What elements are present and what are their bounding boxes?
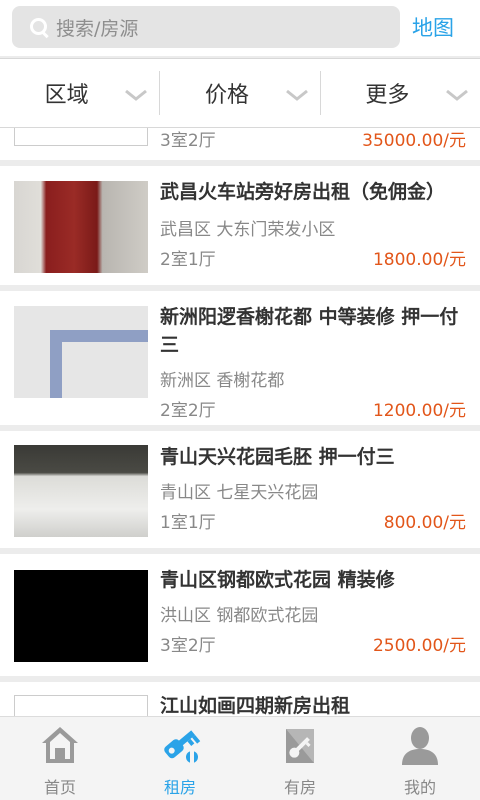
nav-rent[interactable]: 租房 (120, 717, 240, 800)
listing-list[interactable]: 3室2厅 35000.00/元 武昌火车站旁好房出租（免佣金） 武昌区 大东门荣… (0, 128, 480, 716)
house-key-icon (278, 723, 322, 767)
list-item[interactable]: 武昌火车站旁好房出租（免佣金） 武昌区 大东门荣发小区 2室1厅 1800.00… (0, 166, 480, 285)
listing-photo (14, 181, 148, 273)
listing-rooms: 2室2厅 (160, 401, 216, 421)
listing-title: 江山如画四期新房出租 (160, 695, 351, 716)
listing-title: 青山区钢都欧式花园 精装修 (160, 569, 395, 591)
top-bar: 搜索/房源 地图 (0, 0, 480, 56)
listing-price: 800.00/元 (383, 513, 466, 533)
chevron-down-icon (285, 89, 308, 101)
listing-price: 35000.00/元 (362, 131, 466, 151)
list-item[interactable]: 青山区钢都欧式花园 精装修 洪山区 钢都欧式花园 3室2厅 2500.00/元 (0, 554, 480, 676)
listing-location: 新洲区 香榭花都 (160, 371, 285, 391)
listing-title: 新洲阳逻香榭花都 中等装修 押一付三 (160, 306, 459, 356)
listing-photo (14, 695, 148, 716)
user-icon (398, 723, 442, 767)
nav-home-label: 首页 (43, 778, 76, 797)
nav-have-house[interactable]: 有房 (240, 717, 360, 800)
home-icon (38, 723, 82, 767)
search-placeholder: 搜索/房源 (56, 17, 139, 40)
nav-have-house-label: 有房 (283, 778, 316, 797)
nav-mine-label: 我的 (403, 778, 436, 797)
listing-location: 武昌区 大东门荣发小区 (160, 220, 336, 240)
search-icon (28, 16, 50, 38)
bottom-nav: 首页 租房 有房 我的 (0, 716, 480, 800)
filter-more[interactable]: 更多 (319, 71, 480, 115)
nav-home[interactable]: 首页 (0, 717, 120, 800)
filter-area-label: 区域 (44, 83, 89, 108)
nav-mine[interactable]: 我的 (360, 717, 480, 800)
search-input[interactable]: 搜索/房源 (12, 6, 400, 48)
map-link[interactable]: 地图 (412, 12, 454, 42)
list-item[interactable]: 江山如画四期新房出租 (0, 682, 480, 716)
list-item[interactable]: 新洲阳逻香榭花都 中等装修 押一付三 新洲区 香榭花都 2室2厅 1200.00… (0, 291, 480, 425)
listing-rooms: 3室2厅 (160, 131, 216, 151)
list-item[interactable]: 3室2厅 35000.00/元 (0, 128, 480, 160)
filter-price[interactable]: 价格 (159, 71, 319, 115)
nav-rent-label: 租房 (163, 778, 196, 797)
filter-bar: 区域 价格 更多 (0, 58, 480, 128)
filter-area[interactable]: 区域 (0, 59, 159, 127)
listing-price: 2500.00/元 (372, 636, 466, 656)
listing-rooms: 3室2厅 (160, 636, 216, 656)
listing-rooms: 1室1厅 (160, 513, 216, 533)
listing-price: 1200.00/元 (372, 401, 466, 421)
listing-photo (14, 306, 148, 398)
filter-more-label: 更多 (365, 83, 410, 108)
listing-title: 青山天兴花园毛胚 押一付三 (160, 446, 395, 468)
list-item[interactable]: 青山天兴花园毛胚 押一付三 青山区 七星天兴花园 1室1厅 800.00/元 (0, 431, 480, 548)
key-icon (158, 723, 202, 767)
chevron-down-icon (125, 89, 148, 101)
listing-price: 1800.00/元 (372, 250, 466, 270)
listing-rooms: 2室1厅 (160, 250, 216, 270)
chevron-down-icon (446, 89, 468, 101)
listing-photo (14, 128, 148, 146)
listing-location: 洪山区 钢都欧式花园 (160, 606, 319, 626)
listing-photo (14, 445, 148, 537)
listing-location: 青山区 七星天兴花园 (160, 483, 319, 503)
filter-price-label: 价格 (204, 83, 249, 108)
listing-photo (14, 570, 148, 662)
listing-title: 武昌火车站旁好房出租（免佣金） (160, 181, 446, 203)
